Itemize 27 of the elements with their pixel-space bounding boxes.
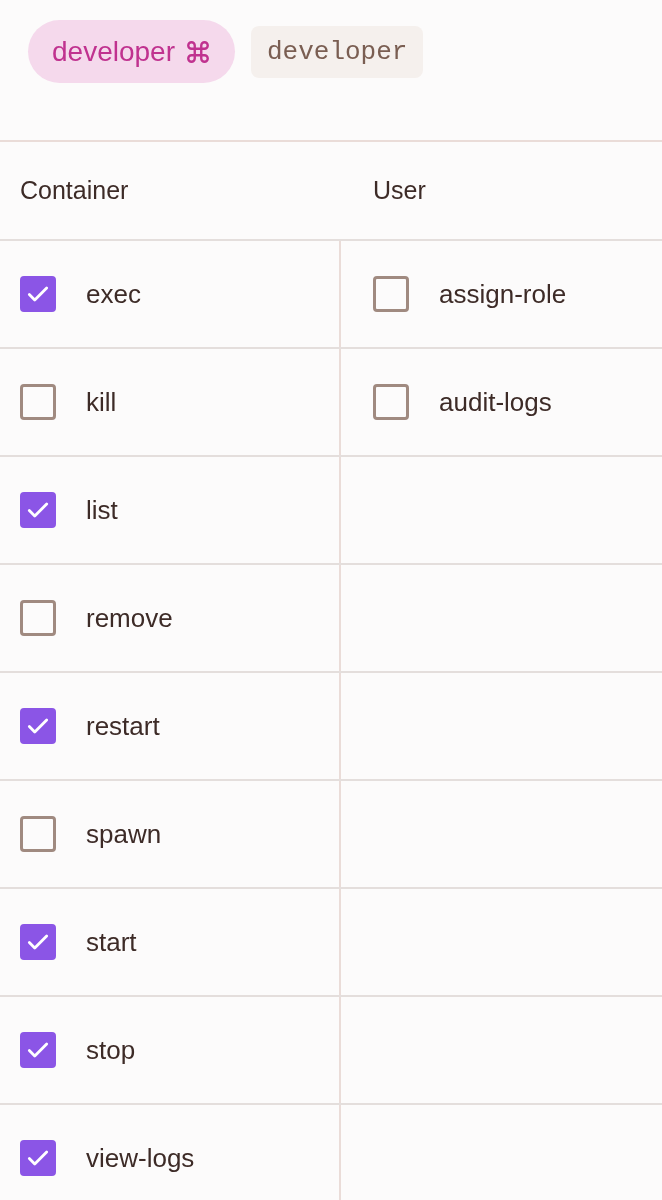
- column-header: Container: [20, 176, 129, 205]
- permission-label: view-logs: [86, 1142, 195, 1174]
- checkbox[interactable]: [20, 816, 56, 852]
- permission-label: stop: [86, 1034, 136, 1066]
- permission-label: kill: [86, 386, 117, 418]
- permission-label: restart: [86, 710, 160, 742]
- permission-label: remove: [86, 602, 173, 634]
- role-code: developer: [251, 26, 424, 78]
- permission-label: assign-role: [439, 278, 567, 310]
- permission-label: exec: [86, 278, 141, 310]
- checkbox[interactable]: [20, 924, 56, 960]
- checkbox[interactable]: [20, 1140, 56, 1176]
- checkbox[interactable]: [20, 708, 56, 744]
- permission-label: audit-logs: [439, 386, 552, 418]
- checkbox[interactable]: [373, 276, 409, 312]
- checkbox[interactable]: [20, 492, 56, 528]
- permission-label: spawn: [86, 818, 162, 850]
- checkbox[interactable]: [20, 384, 56, 420]
- checkbox[interactable]: [20, 600, 56, 636]
- checkbox[interactable]: [20, 276, 56, 312]
- checkbox[interactable]: [373, 384, 409, 420]
- role-badge: developer: [28, 20, 235, 83]
- permission-label: list: [86, 494, 118, 526]
- command-icon: [185, 38, 211, 65]
- checkbox[interactable]: [20, 1032, 56, 1068]
- column-header: User: [373, 176, 426, 205]
- permission-label: start: [86, 926, 137, 958]
